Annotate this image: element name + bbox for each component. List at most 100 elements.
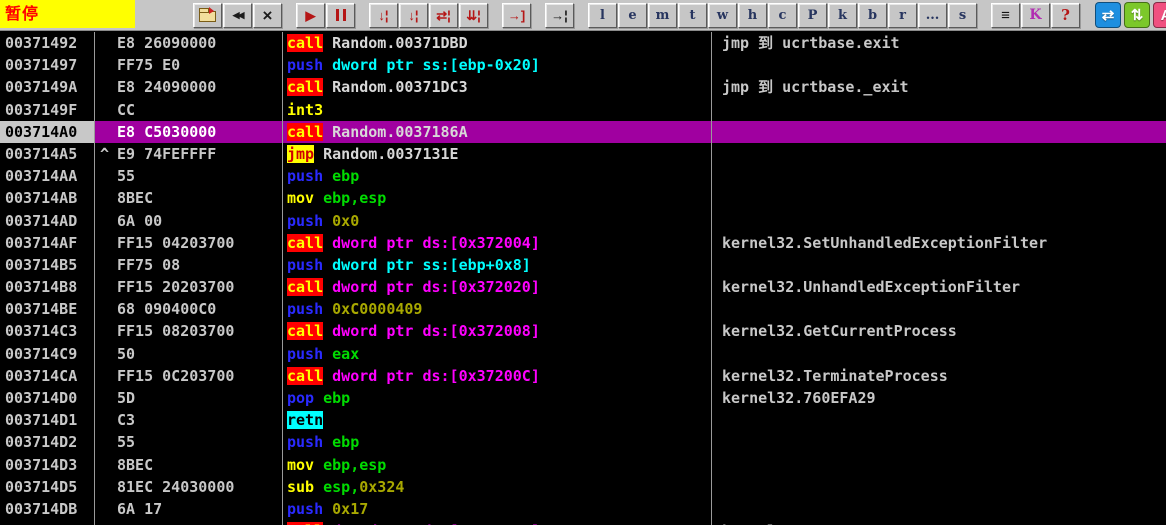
instruction-cell: pop ebp xyxy=(283,387,712,409)
disasm-row[interactable]: 003714AFFF15 04203700call dword ptr ds:[… xyxy=(0,232,1166,254)
disasm-row[interactable]: 003714D581EC 24030000sub esp,0x324 xyxy=(0,476,1166,498)
purple-k-icon: K xyxy=(1029,8,1041,22)
comment-cell: kernel32.TerminateProcess xyxy=(712,365,1166,387)
address-cell: 003714C9 xyxy=(0,343,95,365)
disasm-row[interactable]: 00371497FF75 E0push dword ptr ss:[ebp-0x… xyxy=(0,54,1166,76)
pause-button[interactable] xyxy=(326,3,355,28)
bytes-cell: FF75 08 xyxy=(95,254,283,276)
bytes-cell: 6A 00 xyxy=(95,210,283,232)
bytes-cell: FF15 0C203700 xyxy=(95,365,283,387)
cpu-button[interactable]: c xyxy=(768,3,797,28)
bytes-cell: ^E9 74FEFFFF xyxy=(95,143,283,165)
source-button[interactable]: s xyxy=(948,3,977,28)
bytes-cell: FF15 20203700 xyxy=(95,276,283,298)
toolbar-group-goto: →¦ xyxy=(545,3,575,28)
step-over-button[interactable]: ↓¦ xyxy=(399,3,428,28)
jump-direction-marker: ^ xyxy=(100,143,109,165)
instruction-cell: call dword ptr ds:[0x372008] xyxy=(283,320,712,342)
disasm-row[interactable]: 0037149FCCint3 xyxy=(0,99,1166,121)
animate-into-icon: ⇄¦ xyxy=(436,9,451,22)
options-list-button[interactable]: ≡ xyxy=(991,3,1020,28)
bytes-cell: E8 26090000 xyxy=(95,32,283,54)
disasm-row[interactable]: 003714B5FF75 08push dword ptr ss:[ebp+0x… xyxy=(0,254,1166,276)
plugin-swap-button[interactable]: ⇄ xyxy=(1095,2,1121,28)
toolbar-group-step: ↓¦ ↓¦ ⇄¦ ⇊¦ xyxy=(369,3,489,28)
rewind-button[interactable]: ◀◀ xyxy=(223,3,252,28)
bytes-cell: 55 xyxy=(95,165,283,187)
bytes-cell: FF15 04203700 xyxy=(95,232,283,254)
call-stack-button[interactable]: k xyxy=(828,3,857,28)
step-into-icon: ↓¦ xyxy=(378,9,388,22)
address-cell: 003714AA xyxy=(0,165,95,187)
address-cell: 003714D1 xyxy=(0,409,95,431)
handles-button[interactable]: h xyxy=(738,3,767,28)
open-file-button[interactable] xyxy=(193,3,222,28)
help-button[interactable]: ? xyxy=(1051,3,1080,28)
letter-s-icon: s xyxy=(959,9,966,22)
bytes-cell: C3 xyxy=(95,409,283,431)
instruction-cell: call Random.0037186A xyxy=(283,121,712,143)
disasm-row[interactable]: 003714C950push eax xyxy=(0,343,1166,365)
animate-into-button[interactable]: ⇄¦ xyxy=(429,3,458,28)
disasm-row[interactable]: 003714B8FF15 20203700call dword ptr ds:[… xyxy=(0,276,1166,298)
toolbar-group-panels: lemtwhcPkbr... s xyxy=(588,3,978,28)
bytes-cell: 6A 17 xyxy=(95,498,283,520)
disasm-row[interactable]: 003714CAFF15 0C203700call dword ptr ds:[… xyxy=(0,365,1166,387)
disasm-row[interactable]: 003714A5^E9 74FEFFFFjmp Random.0037131E xyxy=(0,143,1166,165)
instruction-cell: push eax xyxy=(283,343,712,365)
breakpoints-button[interactable]: b xyxy=(858,3,887,28)
instruction-cell: push dword ptr ss:[ebp+0x8] xyxy=(283,254,712,276)
toolbar-group-run: ▶ xyxy=(296,3,356,28)
comment-cell: kernel32.GetCurrentProcess xyxy=(712,320,1166,342)
letter-p-icon: P xyxy=(808,9,818,22)
memory-map-button[interactable]: m xyxy=(648,3,677,28)
instruction-cell: call Random.00371DBD xyxy=(283,32,712,54)
disasm-row[interactable]: 003714AA55push ebp xyxy=(0,165,1166,187)
disasm-row-selected[interactable]: 003714A0E8 C5030000call Random.0037186A xyxy=(0,121,1166,143)
plugin-updown-button[interactable]: ⇅ xyxy=(1124,2,1150,28)
letter-b-icon: b xyxy=(868,9,877,22)
address-cell: 00371497 xyxy=(0,54,95,76)
disasm-row[interactable]: 003714AB8BECmov ebp,esp xyxy=(0,187,1166,209)
disassembly-panel[interactable]: 00371492E8 26090000call Random.00371DBDj… xyxy=(0,31,1166,525)
address-cell: 003714BE xyxy=(0,298,95,320)
close-button[interactable]: × xyxy=(253,3,282,28)
question-mark-icon: ? xyxy=(1061,8,1070,23)
windows-button[interactable]: w xyxy=(708,3,737,28)
disasm-row[interactable]: 003714D38BECmov ebp,esp xyxy=(0,454,1166,476)
patches-button[interactable]: P xyxy=(798,3,827,28)
execute-till-return-button[interactable]: →] xyxy=(502,3,531,28)
references-button[interactable]: r xyxy=(888,3,917,28)
executable-modules-button[interactable]: e xyxy=(618,3,647,28)
comment-cell xyxy=(712,454,1166,476)
disasm-row[interactable]: 003714D255push ebp xyxy=(0,431,1166,453)
address-cell: 0037149F xyxy=(0,99,95,121)
disasm-row[interactable]: 003714C3FF15 08203700call dword ptr ds:[… xyxy=(0,320,1166,342)
disasm-row[interactable]: 0037149AE8 24090000call Random.00371DC3j… xyxy=(0,76,1166,98)
comment-cell xyxy=(712,121,1166,143)
run-trace-button[interactable]: ... xyxy=(918,3,947,28)
address-cell: 003714A5 xyxy=(0,143,95,165)
comment-cell xyxy=(712,210,1166,232)
threads-button[interactable]: t xyxy=(678,3,707,28)
animate-over-icon: ⇊¦ xyxy=(466,9,481,22)
disasm-row[interactable]: 003714DB6A 17push 0x17 xyxy=(0,498,1166,520)
animate-over-button[interactable]: ⇊¦ xyxy=(459,3,488,28)
toolbar-group-file: ◀◀× xyxy=(193,3,283,28)
address-cell: 003714C3 xyxy=(0,320,95,342)
disasm-row[interactable]: 003714BE68 090400C0push 0xC0000409 xyxy=(0,298,1166,320)
run-button[interactable]: ▶ xyxy=(296,3,325,28)
plugin-button[interactable]: K xyxy=(1021,3,1050,28)
instruction-cell: push ebp xyxy=(283,431,712,453)
step-into-button[interactable]: ↓¦ xyxy=(369,3,398,28)
plugin-a-button[interactable]: A xyxy=(1153,2,1166,28)
log-button[interactable]: l xyxy=(588,3,617,28)
letter-w-icon: w xyxy=(717,9,728,22)
disasm-row[interactable]: 003714AD6A 00push 0x0 xyxy=(0,210,1166,232)
comment-cell xyxy=(712,409,1166,431)
disasm-row[interactable]: 003714D1C3retn xyxy=(0,409,1166,431)
disasm-row[interactable]: 003714DDFF15 10203700call dword ptr ds:[… xyxy=(0,520,1166,525)
goto-button[interactable]: →¦ xyxy=(545,3,574,28)
disasm-row[interactable]: 003714D05Dpop ebpkernel32.760EFA29 xyxy=(0,387,1166,409)
disasm-row[interactable]: 00371492E8 26090000call Random.00371DBDj… xyxy=(0,32,1166,54)
